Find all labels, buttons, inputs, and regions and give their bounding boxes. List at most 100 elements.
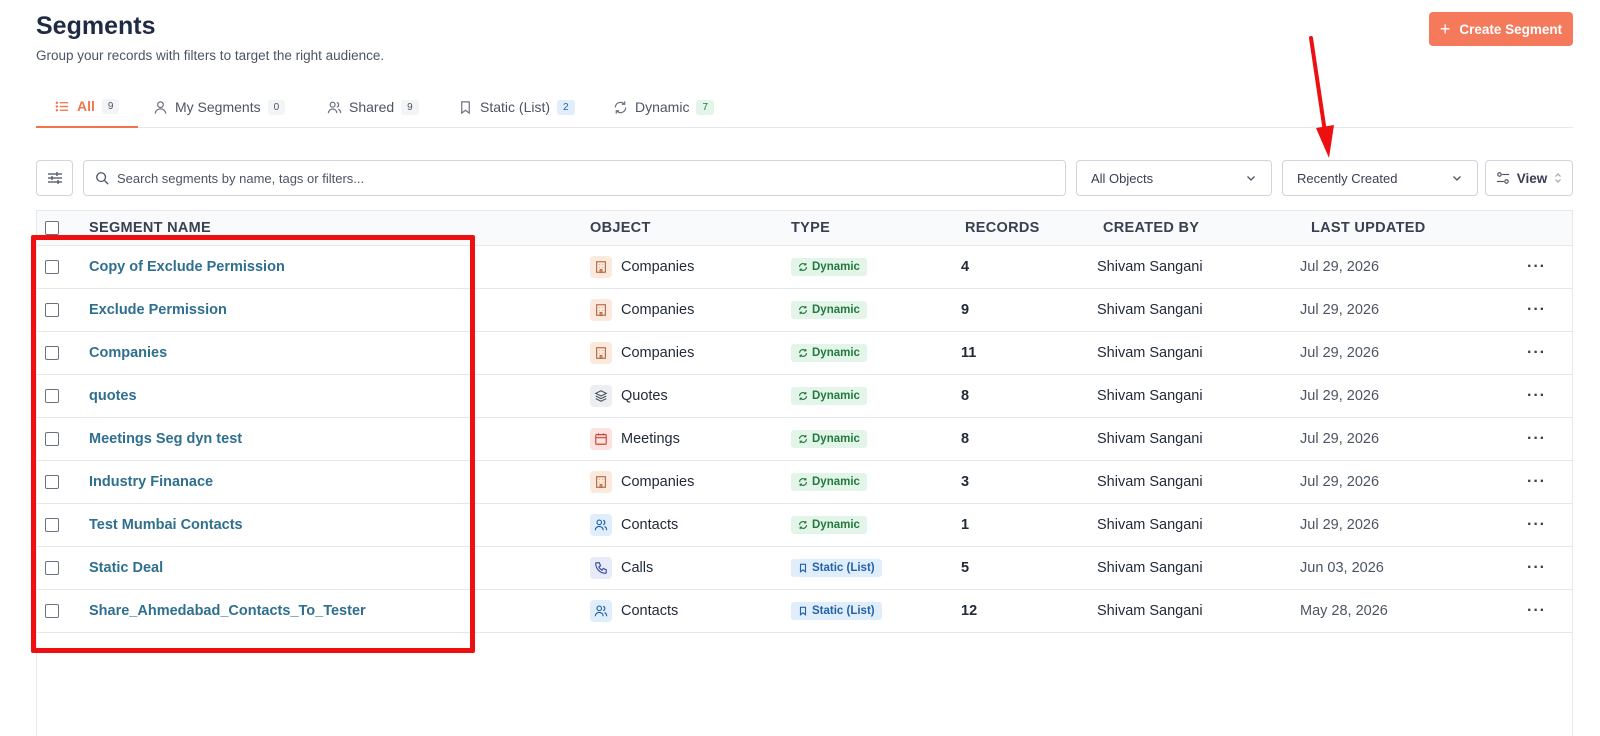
records-count: 3 (961, 474, 970, 490)
sort-value: Recently Created (1297, 170, 1398, 186)
created-by: Shivam Sangani (1097, 603, 1203, 619)
type-label: Dynamic (812, 304, 860, 316)
row-more-options-icon[interactable]: ··· (1527, 246, 1546, 288)
row-checkbox[interactable] (45, 518, 59, 532)
records-count: 5 (961, 560, 970, 576)
table-row[interactable]: Copy of Exclude Permission Companies Dynam… (37, 246, 1572, 289)
row-checkbox[interactable] (45, 475, 59, 489)
bookmark-icon (461, 100, 470, 114)
type-label: Dynamic (812, 261, 860, 273)
tab-dynamic-label: Dynamic (635, 99, 690, 115)
create-segment-button[interactable]: + Create Segment (1429, 12, 1573, 46)
sort-arrows-icon (1555, 173, 1562, 183)
refresh-icon (799, 348, 807, 358)
view-button[interactable]: View (1485, 160, 1573, 196)
refresh-icon (799, 391, 807, 401)
last-updated: Jul 29, 2026 (1300, 345, 1380, 361)
row-checkbox[interactable] (45, 432, 59, 446)
users-icon (590, 600, 612, 622)
row-checkbox[interactable] (45, 604, 59, 618)
row-checkbox[interactable] (45, 346, 59, 360)
row-more-options-icon[interactable]: ··· (1527, 504, 1546, 546)
column-records[interactable]: RECORDS (965, 211, 1040, 246)
last-updated: May 28, 2026 (1300, 603, 1388, 619)
last-updated: Jun 03, 2026 (1300, 560, 1384, 576)
tab-static-list[interactable]: Static (List) 2 (458, 86, 575, 128)
segment-name-link[interactable]: Exclude Permission (89, 302, 227, 318)
list-icon (55, 101, 69, 111)
row-checkbox[interactable] (45, 303, 59, 317)
building-icon (590, 471, 612, 493)
tab-shared[interactable]: Shared 9 (327, 86, 419, 128)
tab-shared-label: Shared (349, 99, 395, 115)
type-badge: Static (List) (791, 559, 882, 577)
refresh-icon (799, 434, 807, 444)
object-name: Calls (621, 560, 654, 576)
type-label: Static (List) (812, 562, 875, 574)
table-row[interactable]: Static Deal Calls Static (List) 5 Shivam San… (37, 547, 1572, 590)
table-row[interactable]: Companies Companies Dynamic 11 Shivam Sangan… (37, 332, 1572, 375)
filter-settings-button[interactable] (36, 160, 73, 196)
row-more-options-icon[interactable]: ··· (1527, 418, 1546, 460)
table-row[interactable]: Meetings Seg dyn test Meetings Dynamic 8 Shi… (37, 418, 1572, 461)
segment-name-link[interactable]: Test Mumbai Contacts (89, 517, 243, 533)
refresh-icon (799, 262, 807, 272)
row-checkbox[interactable] (45, 260, 59, 274)
refresh-icon (799, 477, 807, 487)
created-by: Shivam Sangani (1097, 259, 1203, 275)
segment-name-link[interactable]: Static Deal (89, 560, 163, 576)
row-checkbox[interactable] (45, 389, 59, 403)
created-by: Shivam Sangani (1097, 431, 1203, 447)
table-row[interactable]: Exclude Permission Companies Dynamic 9 Shiva… (37, 289, 1572, 332)
refresh-icon (799, 520, 807, 530)
row-more-options-icon[interactable]: ··· (1527, 332, 1546, 374)
bookmark-icon (799, 606, 807, 616)
segment-name-link[interactable]: Industry Finanace (89, 474, 213, 490)
view-label: View (1516, 170, 1548, 186)
segment-name-link[interactable]: Share_Ahmedabad_Contacts_To_Tester (89, 603, 366, 619)
chevron-down-icon (1453, 176, 1461, 181)
table-row[interactable]: quotes Quotes Dynamic 8 Shivam Sangani Jul 29… (37, 375, 1572, 418)
tab-dynamic[interactable]: Dynamic 7 (613, 86, 715, 128)
segment-name-link[interactable]: Companies (89, 345, 167, 361)
segments-table: SEGMENT NAME OBJECT TYPE RECORDS CREATED… (36, 210, 1573, 736)
type-label: Dynamic (812, 519, 860, 531)
tab-my-segments[interactable]: My Segments 0 (153, 86, 286, 128)
row-more-options-icon[interactable]: ··· (1527, 461, 1546, 503)
last-updated: Jul 29, 2026 (1300, 431, 1380, 447)
table-row[interactable]: Industry Finanace Companies Dynamic 3 Shivam… (37, 461, 1572, 504)
sort-select[interactable]: Recently Created (1282, 160, 1478, 196)
table-row[interactable]: Test Mumbai Contacts Contacts Dynamic 1 Shiv… (37, 504, 1572, 547)
object-filter-select[interactable]: All Objects (1076, 160, 1272, 196)
records-count: 1 (961, 517, 970, 533)
segment-name-link[interactable]: quotes (89, 388, 137, 404)
segment-name-link[interactable]: Meetings Seg dyn test (89, 431, 242, 447)
row-more-options-icon[interactable]: ··· (1527, 547, 1546, 589)
row-more-options-icon[interactable]: ··· (1527, 590, 1546, 632)
tab-dynamic-count: 7 (696, 99, 715, 115)
records-count: 11 (961, 345, 977, 361)
tab-my-segments-count: 0 (267, 99, 286, 115)
column-type[interactable]: TYPE (791, 211, 830, 246)
column-segment-name[interactable]: SEGMENT NAME (89, 211, 211, 246)
page-subtitle: Group your records with filters to targe… (36, 48, 385, 63)
row-more-options-icon[interactable]: ··· (1527, 289, 1546, 331)
type-label: Dynamic (812, 433, 860, 445)
page-title: Segments (36, 12, 156, 40)
search-input[interactable] (117, 170, 1017, 186)
row-checkbox[interactable] (45, 561, 59, 575)
column-created-by[interactable]: CREATED BY (1103, 211, 1199, 246)
tab-all[interactable]: All 9 (36, 86, 139, 128)
tab-my-segments-label: My Segments (175, 99, 261, 115)
table-row[interactable]: Share_Ahmedabad_Contacts_To_Tester Contac… (37, 590, 1572, 633)
column-last-updated[interactable]: LAST UPDATED (1311, 211, 1426, 246)
column-object[interactable]: OBJECT (590, 211, 651, 246)
records-count: 9 (961, 302, 970, 318)
segment-name-link[interactable]: Copy of Exclude Permission (89, 259, 285, 275)
tab-shared-count: 9 (401, 99, 419, 115)
select-all-checkbox[interactable] (45, 221, 59, 235)
type-badge: Dynamic (791, 430, 867, 448)
object-name: Meetings (621, 431, 680, 447)
last-updated: Jul 29, 2026 (1300, 474, 1380, 490)
row-more-options-icon[interactable]: ··· (1527, 375, 1546, 417)
